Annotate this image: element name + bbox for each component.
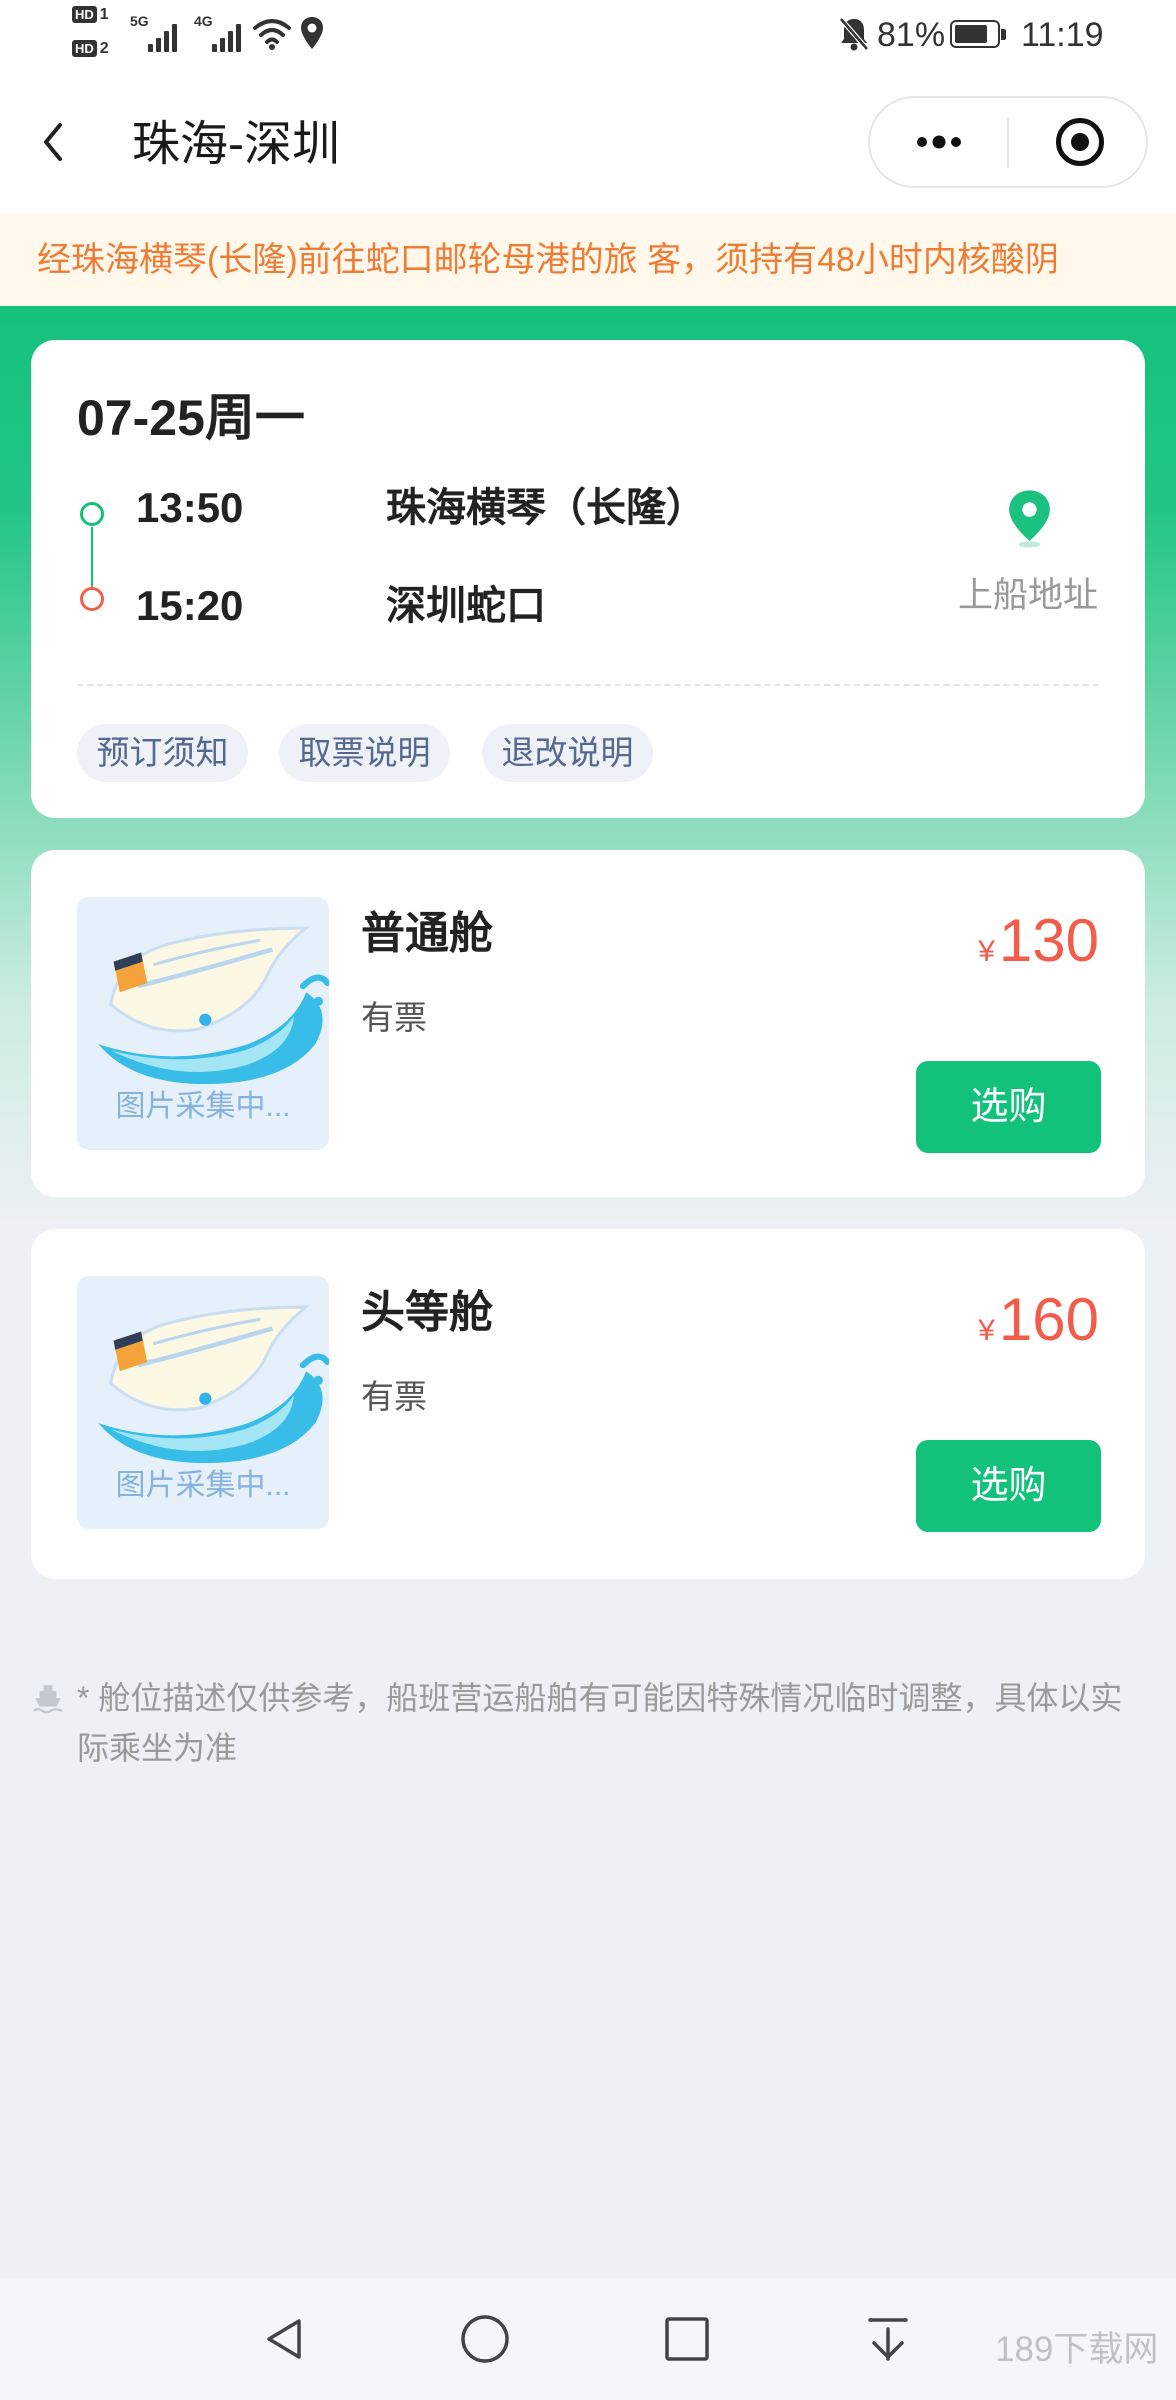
battery-level bbox=[955, 25, 988, 43]
back-triangle-icon[interactable] bbox=[255, 2309, 315, 2369]
network1-label: 5G bbox=[130, 13, 149, 29]
sim2-indicator: HD 2 bbox=[72, 40, 109, 57]
select-buy-button[interactable]: 选购 bbox=[916, 1440, 1101, 1532]
cabin-image: 图片采集中... bbox=[77, 1276, 329, 1529]
clock: 11:19 bbox=[1021, 16, 1104, 54]
sim-slot-label: 2 bbox=[99, 40, 109, 57]
hd-badge: HD bbox=[72, 6, 97, 23]
cabin-name: 头等舱 bbox=[361, 1288, 493, 1337]
trip-date: 07-25周一 bbox=[77, 390, 305, 446]
tag-booking-notice[interactable]: 预订须知 bbox=[77, 724, 248, 782]
trip-card: 07-25周一 13:50 珠海横琴（长隆） 15:20 深圳蛇口 上船地址 预… bbox=[31, 340, 1145, 818]
cabin-price: ¥ 160 bbox=[978, 1289, 1099, 1351]
signal-icon bbox=[148, 22, 177, 52]
page-title: 珠海-深圳 bbox=[132, 118, 340, 171]
boarding-address-link[interactable]: 上船地址 bbox=[958, 578, 1098, 614]
signal-icon bbox=[212, 22, 241, 52]
battery-percent: 81% bbox=[877, 16, 946, 54]
more-dots-icon bbox=[917, 135, 961, 149]
battery-icon bbox=[950, 20, 1000, 48]
cabin-image: 图片采集中... bbox=[77, 897, 329, 1150]
image-placeholder-text: 图片采集中... bbox=[115, 1469, 291, 1502]
tag-refund-change[interactable]: 退改说明 bbox=[482, 724, 653, 782]
dashed-divider bbox=[77, 684, 1099, 686]
ticket-availability: 有票 bbox=[361, 999, 427, 1036]
menu-capsule bbox=[868, 96, 1148, 188]
cabin-name: 普通舱 bbox=[361, 909, 493, 958]
pull-down-icon[interactable] bbox=[858, 2309, 918, 2369]
close-miniprogram-button[interactable] bbox=[1020, 98, 1140, 186]
watermark: 189下载网 bbox=[995, 2330, 1159, 2369]
select-buy-button[interactable]: 选购 bbox=[916, 1061, 1101, 1153]
more-button[interactable] bbox=[880, 98, 1000, 186]
sim1-indicator: HD 1 bbox=[72, 6, 109, 23]
back-chevron-icon[interactable] bbox=[36, 115, 86, 169]
departure-port: 珠海横琴（长隆） bbox=[386, 486, 706, 530]
cabin-card[interactable]: 图片采集中... 普通舱 有票 ¥ 130 选购 bbox=[31, 850, 1145, 1197]
bell-off-icon bbox=[839, 17, 869, 51]
price-value: 130 bbox=[998, 907, 1099, 974]
arrival-port: 深圳蛇口 bbox=[386, 584, 546, 628]
ship-icon bbox=[33, 1685, 63, 1714]
location-pin-icon[interactable] bbox=[1005, 488, 1054, 548]
currency-symbol: ¥ bbox=[978, 1314, 995, 1347]
status-bar: HD 1 HD 2 5G 4G 81% 11:19 bbox=[0, 0, 1176, 69]
currency-symbol: ¥ bbox=[978, 935, 995, 968]
arrival-dot bbox=[80, 587, 104, 611]
notice-text: 经珠海横琴(长隆)前往蛇口邮轮母港的旅 客，须持有48小时内核酸阴 bbox=[37, 242, 1059, 278]
tag-ticket-collection[interactable]: 取票说明 bbox=[279, 724, 450, 782]
recents-square-icon[interactable] bbox=[657, 2309, 717, 2369]
cabin-card[interactable]: 图片采集中... 头等舱 有票 ¥ 160 选购 bbox=[31, 1229, 1145, 1579]
navigation-bar: 珠海-深圳 bbox=[0, 69, 1176, 214]
departure-time: 13:50 bbox=[136, 484, 244, 531]
network2-label: 4G bbox=[194, 13, 213, 29]
timeline-line bbox=[91, 527, 93, 587]
system-navigation-bar: 189下载网 bbox=[0, 2278, 1176, 2400]
departure-dot bbox=[80, 502, 104, 526]
sim-slot-label: 1 bbox=[99, 6, 109, 23]
hd-badge: HD bbox=[72, 40, 97, 57]
arrival-time: 15:20 bbox=[136, 582, 244, 629]
cabin-disclaimer: * 舱位描述仅供参考，船班营运船舶有可能因特殊情况临时调整，具体以实际乘坐为准 bbox=[77, 1680, 1123, 1766]
notice-banner[interactable]: 经珠海横琴(长隆)前往蛇口邮轮母港的旅 客，须持有48小时内核酸阴 bbox=[0, 214, 1176, 306]
ticket-availability: 有票 bbox=[361, 1378, 427, 1415]
capsule-divider bbox=[1007, 118, 1009, 168]
wifi-icon bbox=[253, 19, 291, 50]
price-value: 160 bbox=[998, 1286, 1099, 1353]
home-circle-icon[interactable] bbox=[455, 2309, 515, 2369]
image-placeholder-text: 图片采集中... bbox=[115, 1090, 291, 1123]
location-icon bbox=[301, 17, 323, 49]
battery-tip bbox=[1001, 29, 1006, 40]
cabin-price: ¥ 130 bbox=[978, 910, 1099, 972]
target-icon-dot bbox=[1071, 133, 1089, 151]
